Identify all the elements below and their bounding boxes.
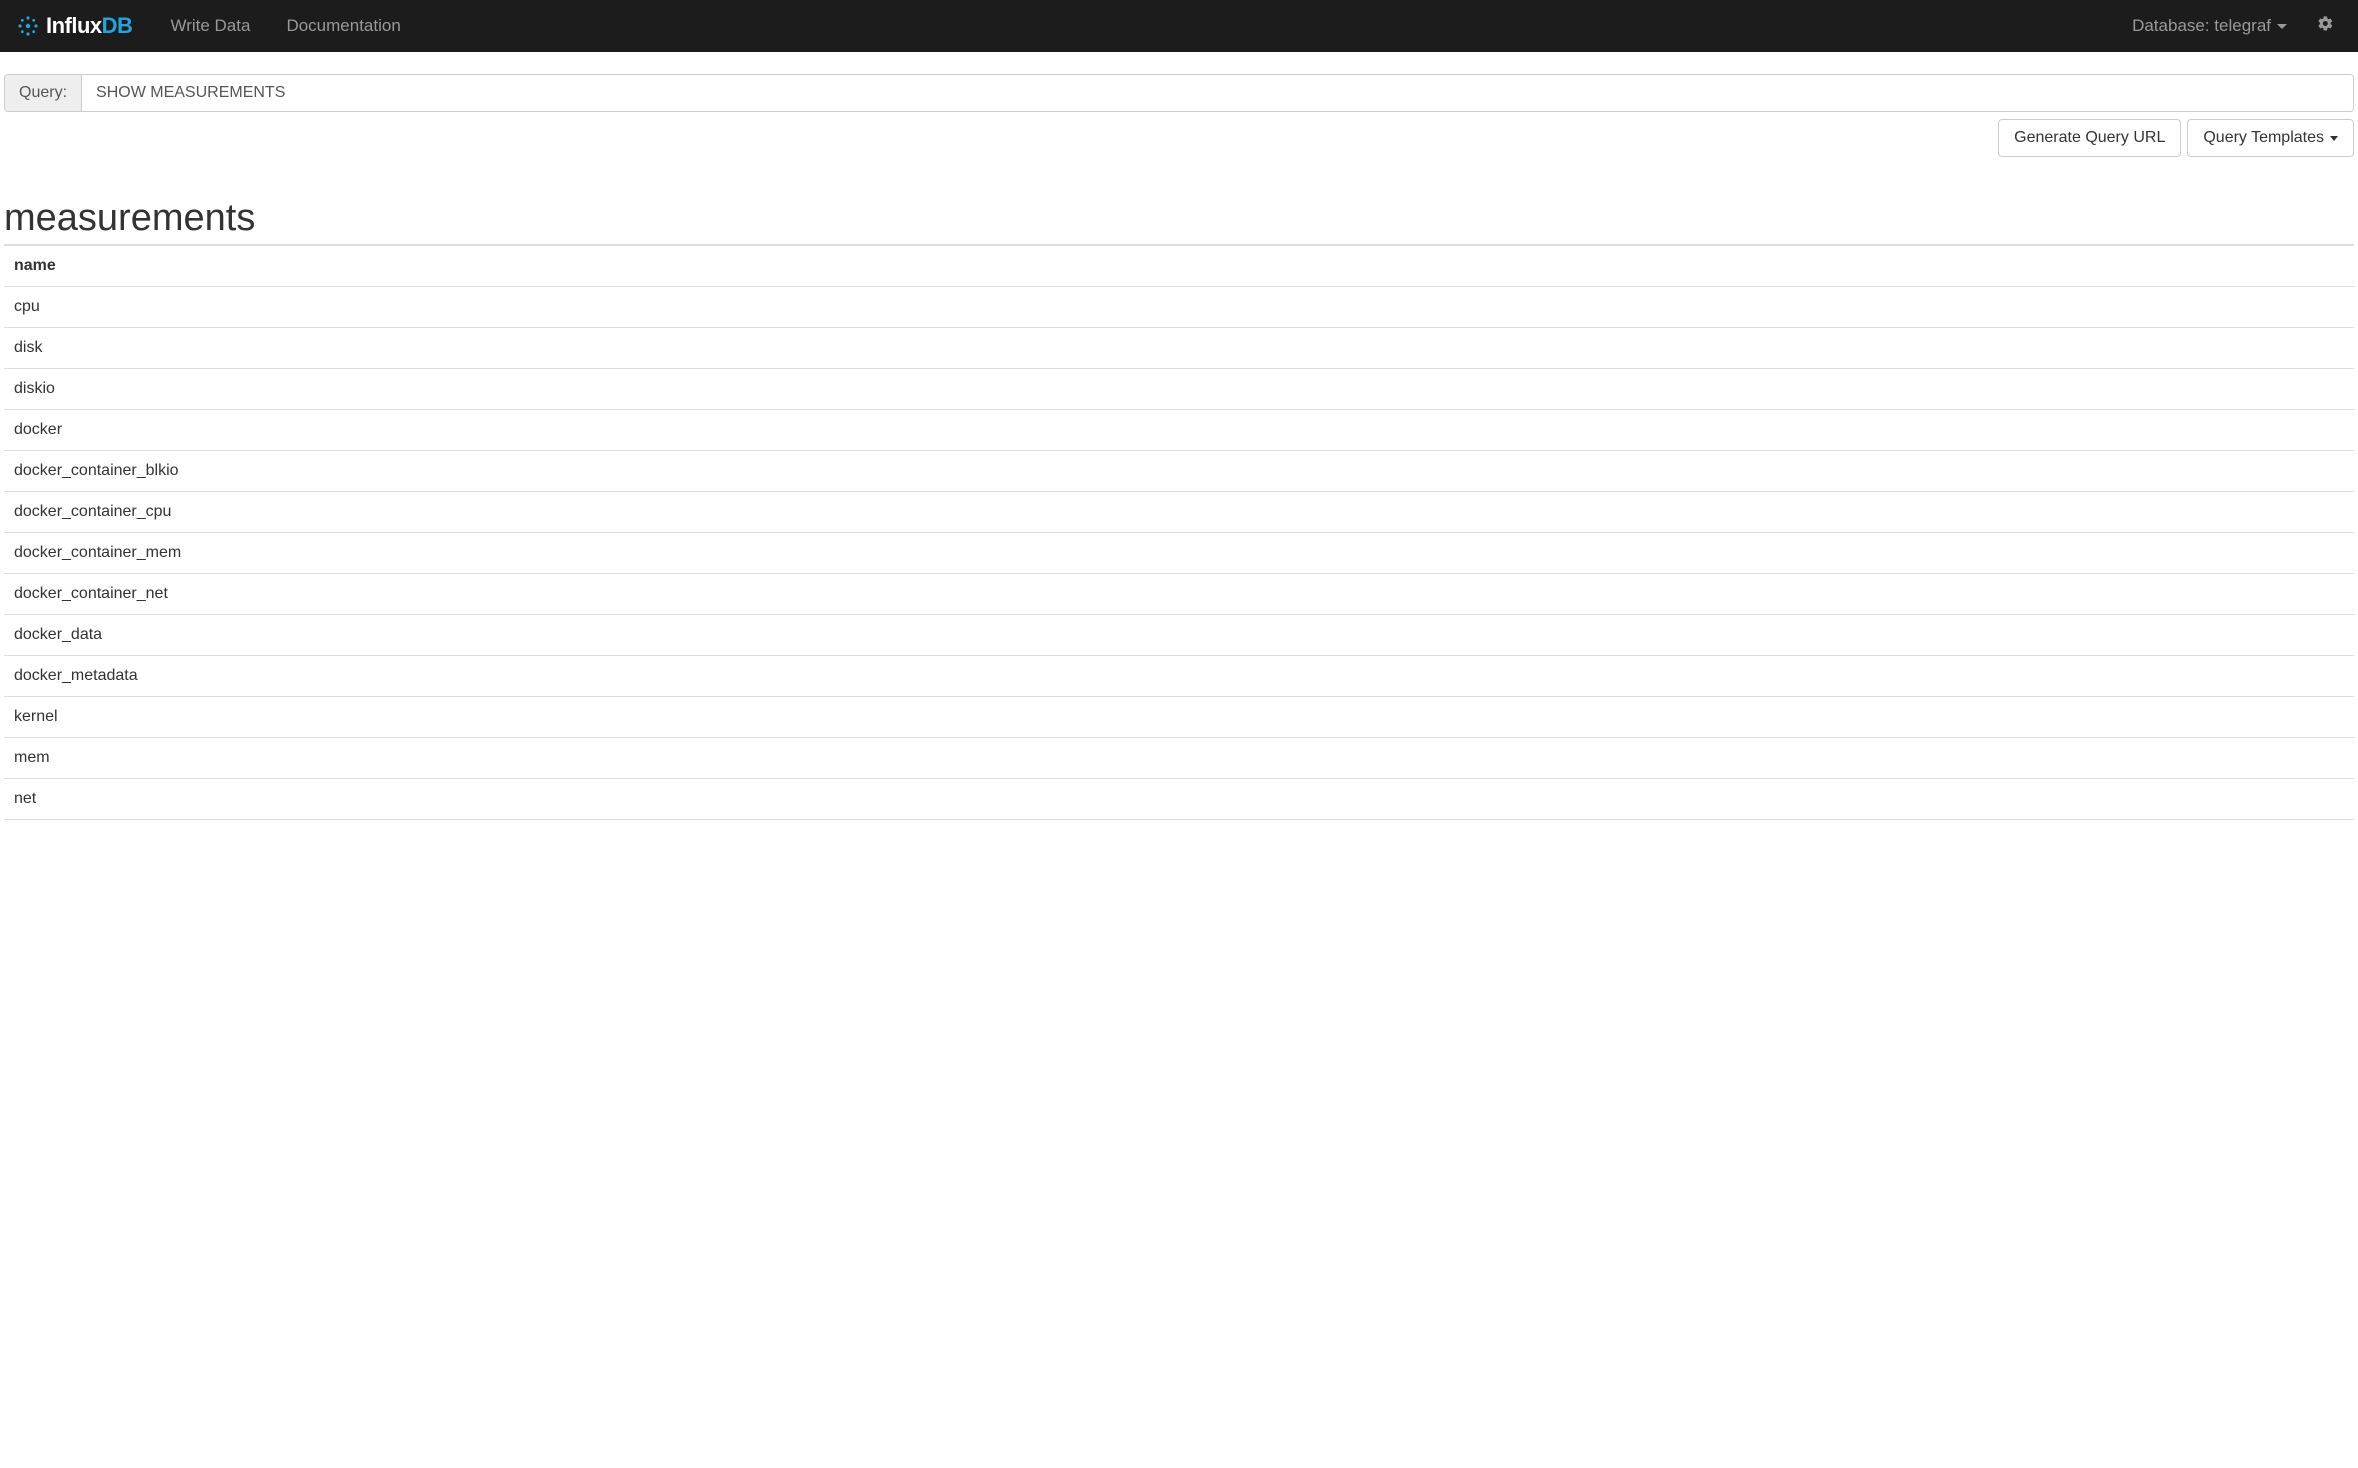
measurement-name-cell: kernel	[4, 697, 2354, 738]
brand-text-db: DB	[102, 13, 133, 38]
table-row: docker_container_blkio	[4, 451, 2354, 492]
table-row: docker_container_mem	[4, 533, 2354, 574]
table-row: docker_data	[4, 615, 2354, 656]
query-input-group: Query:	[4, 74, 2354, 112]
table-row: cpu	[4, 287, 2354, 328]
query-templates-label: Query Templates	[2203, 129, 2324, 147]
generate-query-url-button[interactable]: Generate Query URL	[1998, 119, 2181, 157]
measurement-name-cell: docker_container_blkio	[4, 451, 2354, 492]
brand-text-influx: Influx	[46, 13, 102, 38]
results-title: measurements	[4, 197, 2354, 240]
measurement-name-cell: docker_metadata	[4, 656, 2354, 697]
gear-icon	[2317, 15, 2334, 32]
brand-text: InfluxDB	[46, 13, 132, 39]
measurement-name-cell: docker_container_cpu	[4, 492, 2354, 533]
top-navbar: InfluxDB Write Data Documentation Databa…	[0, 0, 2358, 52]
measurement-name-cell: cpu	[4, 287, 2354, 328]
caret-down-icon	[2277, 24, 2287, 29]
database-selector-label: Database: telegraf	[2132, 16, 2271, 36]
measurement-name-cell: disk	[4, 328, 2354, 369]
table-row: docker	[4, 410, 2354, 451]
table-row: disk	[4, 328, 2354, 369]
table-row: docker_metadata	[4, 656, 2354, 697]
query-actions-row: Generate Query URL Query Templates	[4, 119, 2354, 157]
nav-write-data[interactable]: Write Data	[152, 16, 268, 36]
nav-documentation[interactable]: Documentation	[268, 16, 418, 36]
measurement-name-cell: docker_container_net	[4, 574, 2354, 615]
measurement-name-cell: docker_data	[4, 615, 2354, 656]
measurement-name-cell: mem	[4, 738, 2354, 779]
measurement-name-cell: diskio	[4, 369, 2354, 410]
query-templates-button[interactable]: Query Templates	[2187, 119, 2354, 157]
table-row: docker_container_net	[4, 574, 2354, 615]
query-input[interactable]	[82, 75, 2353, 111]
table-row: docker_container_cpu	[4, 492, 2354, 533]
measurement-name-cell: docker	[4, 410, 2354, 451]
table-row: diskio	[4, 369, 2354, 410]
column-header-name: name	[4, 245, 2354, 287]
caret-down-icon	[2330, 136, 2338, 141]
table-row: mem	[4, 738, 2354, 779]
generate-query-url-label: Generate Query URL	[2014, 129, 2165, 147]
main-container: Query: Generate Query URL Query Template…	[0, 52, 2358, 820]
measurement-name-cell: net	[4, 779, 2354, 820]
database-selector[interactable]: Database: telegraf	[2118, 16, 2301, 36]
query-label: Query:	[5, 75, 82, 111]
brand-logo[interactable]: InfluxDB	[16, 13, 132, 39]
table-row: kernel	[4, 697, 2354, 738]
settings-button[interactable]	[2301, 15, 2342, 37]
measurement-name-cell: docker_container_mem	[4, 533, 2354, 574]
table-row: net	[4, 779, 2354, 820]
influxdb-logo-icon	[16, 14, 40, 38]
results-table: name cpudiskdiskiodockerdocker_container…	[4, 244, 2354, 820]
